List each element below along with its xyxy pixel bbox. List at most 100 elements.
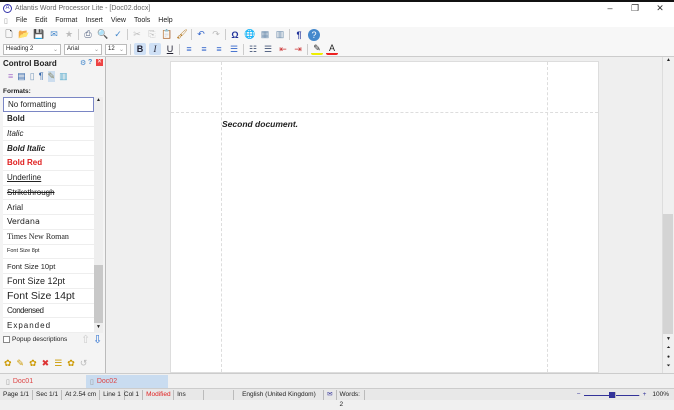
- paragraph-styles-icon[interactable]: ≡: [8, 71, 13, 82]
- highlight-icon[interactable]: ✎: [311, 43, 323, 55]
- menu-tools[interactable]: Tools: [134, 17, 150, 24]
- open-icon[interactable]: 📂: [18, 29, 30, 41]
- pilcrow-icon[interactable]: ¶: [293, 29, 305, 41]
- menu-edit[interactable]: Edit: [35, 17, 47, 24]
- format-item[interactable]: Verdana: [3, 215, 94, 230]
- help-icon[interactable]: ?: [88, 59, 92, 66]
- close-button[interactable]: ✕: [650, 3, 670, 14]
- zoom-in-icon[interactable]: +: [640, 390, 650, 400]
- format-item[interactable]: Font Size 10pt: [3, 259, 94, 274]
- paste-icon[interactable]: 📋: [161, 29, 173, 41]
- document-text[interactable]: Second document.: [222, 119, 298, 129]
- help-icon[interactable]: ?: [308, 28, 320, 41]
- maximize-button[interactable]: ❐: [625, 3, 645, 14]
- rename-format-icon[interactable]: ✿: [29, 358, 37, 369]
- size-select[interactable]: 12 ⌄: [105, 43, 127, 55]
- prev-page-icon[interactable]: ⏶: [663, 345, 674, 351]
- underline-button[interactable]: U: [164, 43, 176, 55]
- align-center-icon[interactable]: ≡: [198, 43, 210, 55]
- menu-file[interactable]: File: [16, 17, 27, 24]
- char-styles-icon[interactable]: ¶: [39, 71, 44, 82]
- scroll-thumb[interactable]: [94, 265, 103, 323]
- status-language[interactable]: English (United Kingdom): [234, 389, 325, 400]
- delete-format-icon[interactable]: ✖: [42, 358, 50, 369]
- copy-icon[interactable]: ⎘: [146, 29, 158, 41]
- zoom-out-icon[interactable]: −: [574, 390, 584, 400]
- format-item[interactable]: Underline: [3, 171, 94, 186]
- scroll-up-icon[interactable]: ▲: [94, 97, 103, 106]
- redo-icon[interactable]: ↷: [210, 29, 222, 41]
- apply-format-icon[interactable]: ✿: [67, 358, 75, 369]
- format-item[interactable]: Bold: [3, 112, 94, 127]
- add-format-icon[interactable]: ✿: [4, 358, 12, 369]
- format-item[interactable]: Italic: [3, 127, 94, 142]
- page-icon[interactable]: ▯: [30, 71, 35, 82]
- favorite-icon[interactable]: ★: [63, 29, 75, 41]
- font-select[interactable]: Arial ⌄: [64, 43, 102, 55]
- format-item[interactable]: Bold Red: [3, 156, 94, 171]
- next-page-icon[interactable]: ⏷: [663, 363, 674, 369]
- undo-icon[interactable]: ↶: [195, 29, 207, 41]
- print-icon[interactable]: ⎙: [82, 29, 94, 41]
- spellcheck-status-icon[interactable]: ✉: [324, 389, 337, 400]
- preview-icon[interactable]: 🔍: [97, 29, 109, 41]
- move-down-icon[interactable]: ⇩: [93, 333, 102, 346]
- format-item[interactable]: Font Size 8pt: [3, 245, 94, 260]
- format-item[interactable]: No formatting: [3, 97, 94, 112]
- zoom-thumb[interactable]: [608, 391, 616, 398]
- checkbox[interactable]: [3, 336, 10, 343]
- format-item[interactable]: Times New Roman: [3, 230, 94, 245]
- format-item[interactable]: Font Size 12pt: [3, 274, 94, 289]
- scroll-down-icon[interactable]: ▼: [663, 336, 674, 342]
- menu-format[interactable]: Format: [55, 17, 77, 24]
- browse-object-icon[interactable]: ●: [663, 354, 674, 360]
- justify-icon[interactable]: ☰: [228, 43, 240, 55]
- minimize-button[interactable]: –: [600, 3, 620, 13]
- edit-format-icon[interactable]: ✎: [17, 358, 25, 369]
- numbered-list-icon[interactable]: ☷: [247, 43, 259, 55]
- bullet-list-icon[interactable]: ☰: [262, 43, 274, 55]
- close-panel-icon[interactable]: ✕: [96, 59, 103, 66]
- table-icon[interactable]: ▦: [259, 29, 271, 41]
- format-painter-icon[interactable]: 🖌: [176, 29, 188, 41]
- hyperlink-icon[interactable]: 🌐: [244, 29, 256, 41]
- save-icon[interactable]: 💾: [33, 29, 45, 41]
- format-item[interactable]: Condensed: [3, 304, 94, 319]
- scroll-thumb[interactable]: [663, 214, 673, 334]
- format-item[interactable]: Strikethrough: [3, 186, 94, 201]
- formats-scrollbar[interactable]: ▲ ▼: [94, 97, 103, 333]
- align-right-icon[interactable]: ≡: [213, 43, 225, 55]
- vertical-scrollbar[interactable]: ▲ ▼ ⏶ ● ⏷: [662, 57, 674, 373]
- format-list-icon[interactable]: ☰: [54, 358, 62, 369]
- scroll-down-icon[interactable]: ▼: [94, 324, 103, 333]
- tab-doc01[interactable]: ▯ Doc01: [2, 375, 84, 388]
- document-page[interactable]: Second document.: [170, 61, 599, 373]
- tab-doc02[interactable]: ▯ Doc02: [86, 375, 168, 388]
- format-item[interactable]: Arial: [3, 200, 94, 215]
- reset-icon[interactable]: ↺: [80, 358, 88, 369]
- email-icon[interactable]: ✉: [48, 29, 60, 41]
- format-item[interactable]: Bold Italic: [3, 141, 94, 156]
- format-item[interactable]: Font Size 14pt: [3, 289, 94, 304]
- new-icon[interactable]: 🗋: [3, 29, 15, 41]
- cut-icon[interactable]: ✂: [131, 29, 143, 41]
- format-item[interactable]: Expanded: [3, 318, 94, 333]
- symbol-icon[interactable]: Ω: [229, 29, 241, 41]
- settings-icon[interactable]: ⚙: [80, 59, 86, 67]
- popup-descriptions-checkbox[interactable]: Popup descriptions: [3, 336, 67, 343]
- menu-view[interactable]: View: [111, 17, 126, 24]
- columns-icon[interactable]: ▥: [274, 29, 286, 41]
- menu-help[interactable]: Help: [158, 17, 172, 24]
- align-left-icon[interactable]: ≡: [183, 43, 195, 55]
- font-color-icon[interactable]: A: [326, 43, 338, 55]
- scroll-up-icon[interactable]: ▲: [663, 57, 674, 63]
- status-mode[interactable]: Ins: [174, 389, 205, 400]
- increase-indent-icon[interactable]: ⇥: [292, 43, 304, 55]
- zoom-slider[interactable]: [583, 390, 640, 400]
- bold-button[interactable]: B: [134, 43, 146, 55]
- decrease-indent-icon[interactable]: ⇤: [277, 43, 289, 55]
- style-select[interactable]: Heading 2 ⌄: [3, 43, 61, 55]
- italic-button[interactable]: I: [149, 43, 161, 55]
- formats-icon[interactable]: ✎: [47, 71, 56, 82]
- menu-insert[interactable]: Insert: [85, 17, 103, 24]
